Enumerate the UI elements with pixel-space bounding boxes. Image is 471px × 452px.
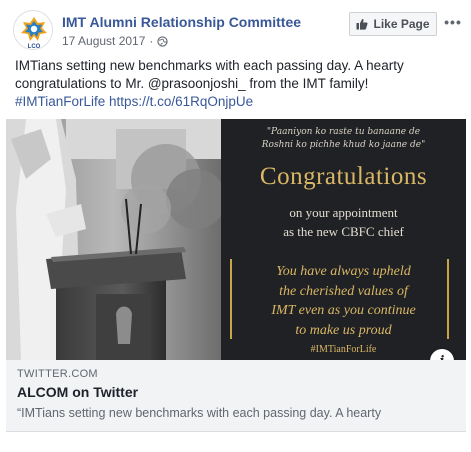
post-url-link[interactable]: https://t.co/61RqOnjpUe	[109, 94, 253, 109]
post-meta: 17 August 2017 ·	[62, 34, 169, 48]
hashtag-link[interactable]: #IMTianForLife	[15, 94, 105, 109]
like-page-label: Like Page	[373, 17, 430, 31]
congratulations-heading: Congratulations	[259, 163, 428, 190]
link-description: “IMTians setting new benchmarks with eac…	[17, 406, 382, 420]
post-text-line-2: congratulations to Mr. @prasoonjoshi_ fr…	[15, 75, 455, 93]
more-options-button[interactable]: •••	[442, 11, 464, 33]
post-date[interactable]: 17 August 2017	[62, 34, 145, 48]
alcom-logo-icon: LCO	[15, 12, 52, 50]
quote-line-2: Roshni ko pichhe khud ko jaane de"	[261, 140, 426, 150]
tagline-line-4: to make us proud	[295, 322, 392, 338]
tagline-line-2: the cherished values of	[279, 283, 408, 299]
image-hashtag: #IMTianForLife	[310, 344, 377, 355]
post-text-line-2-content: congratulations to Mr. @prasoonjoshi_ fr…	[15, 76, 369, 91]
post-text-line-3: #IMTianForLife https://t.co/61RqOnjpUe	[15, 93, 455, 111]
quote-text: "Paaniyon ko raste tu banaane de Roshni …	[221, 126, 466, 152]
appointment-line-1: on your appointment	[289, 205, 398, 220]
page-name-link[interactable]: IMT Alumni Relationship Committee	[62, 14, 301, 30]
page-avatar[interactable]: LCO	[13, 10, 53, 50]
podium-photo	[6, 119, 221, 360]
post-image[interactable]: "Paaniyon ko raste tu banaane de Roshni …	[6, 119, 466, 360]
link-domain: TWITTER.COM	[17, 368, 98, 380]
post-text-line-1: IMTians setting new benchmarks with each…	[15, 58, 404, 73]
tagline-text: You have always upheld the cherished val…	[221, 262, 466, 340]
globe-icon	[157, 35, 169, 47]
tagline-line-1: You have always upheld	[276, 264, 411, 279]
meta-separator: ·	[149, 34, 154, 48]
appointment-text: on your appointment as the new CBFC chie…	[221, 203, 466, 241]
link-title[interactable]: ALCOM on Twitter	[17, 384, 138, 400]
facebook-post: LCO IMT Alumni Relationship Committee 17…	[0, 0, 471, 452]
appointment-line-2: as the new CBFC chief	[283, 224, 404, 239]
avatar-text: LCO	[28, 44, 41, 50]
tagline-line-3: IMT even as you continue	[271, 303, 416, 318]
link-preview[interactable]: TWITTER.COM ALCOM on Twitter “IMTians se…	[6, 360, 466, 432]
quote-line-1: "Paaniyon ko raste tu banaane de	[266, 127, 421, 137]
thumbs-up-icon	[356, 18, 369, 30]
post-text: IMTians setting new benchmarks with each…	[15, 57, 455, 111]
like-page-button[interactable]: Like Page	[349, 12, 437, 36]
